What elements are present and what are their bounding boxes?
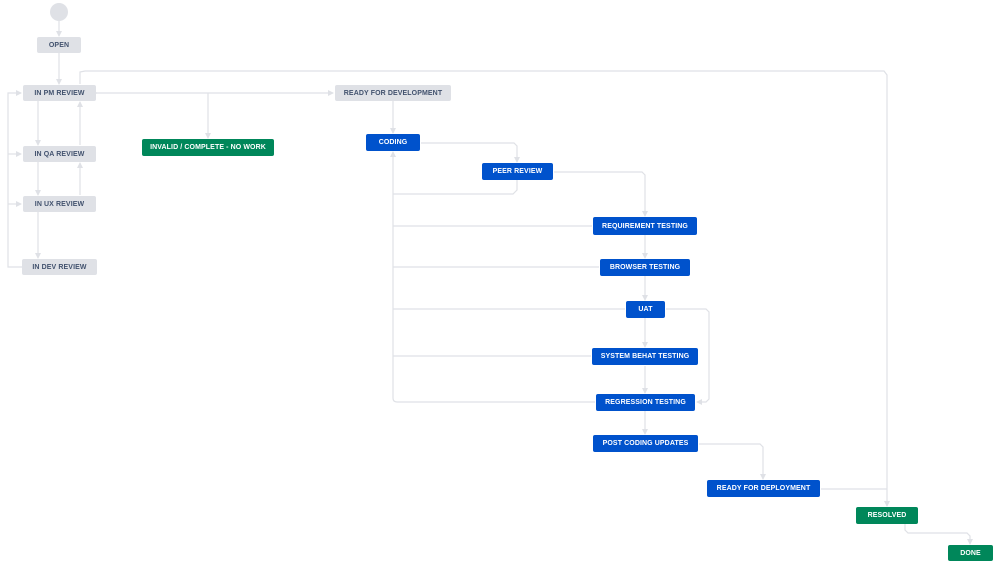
status-ready-for-deployment[interactable]: READY FOR DEPLOYMENT (707, 480, 820, 497)
status-regression-testing[interactable]: REGRESSION TESTING (596, 394, 695, 411)
workflow-connectors (7, 21, 973, 545)
status-in-qa-review[interactable]: IN QA REVIEW (23, 146, 96, 162)
connector-coding-peer (421, 142, 520, 163)
status-system-behat-testing[interactable]: SYSTEM BEHAT TESTING (592, 348, 698, 365)
status-open[interactable]: OPEN (37, 37, 81, 53)
status-peer-review[interactable]: PEER REVIEW (482, 163, 553, 180)
connector-peer-req (554, 171, 648, 217)
status-requirement-testing[interactable]: REQUIREMENT TESTING (593, 217, 697, 235)
status-invalid-complete-no-work[interactable]: INVALID / COMPLETE - NO WORK (142, 139, 274, 156)
connector-post-rfdep (699, 443, 766, 480)
connector-dev-pm (7, 90, 22, 268)
status-in-ux-review[interactable]: IN UX REVIEW (23, 196, 96, 212)
status-resolved[interactable]: RESOLVED (856, 507, 918, 524)
connector-pm-resolved (79, 70, 890, 507)
connector-return-bottom (392, 397, 595, 403)
connector-peer-coding (393, 180, 518, 195)
status-uat[interactable]: UAT (626, 301, 665, 318)
status-in-pm-review[interactable]: IN PM REVIEW (23, 85, 96, 101)
status-ready-for-development[interactable]: READY FOR DEVELOPMENT (335, 85, 451, 101)
status-browser-testing[interactable]: BROWSER TESTING (600, 259, 690, 276)
connector-resolved-done (904, 524, 973, 545)
status-coding[interactable]: CODING (366, 134, 420, 151)
start-circle (50, 3, 68, 21)
status-post-coding-updates[interactable]: POST CODING UPDATES (593, 435, 698, 452)
status-done[interactable]: DONE (948, 545, 993, 561)
status-in-dev-review[interactable]: IN DEV REVIEW (22, 259, 97, 275)
